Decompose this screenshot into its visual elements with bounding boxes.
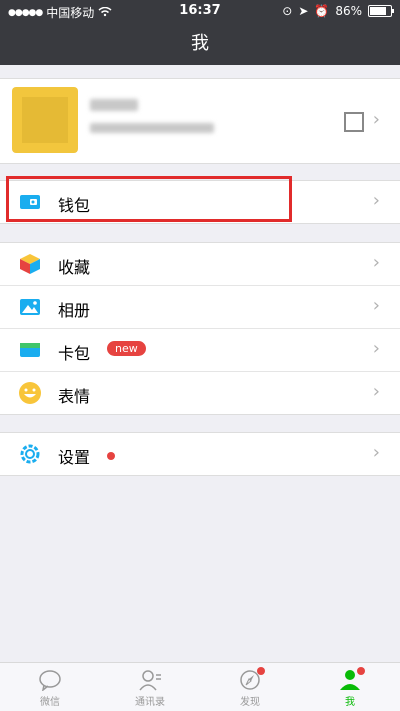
menu-item-settings[interactable]: 设置 › [0,433,400,475]
card-icon [18,338,42,362]
features-group: 收藏 › 相册 › 卡包 new › 表情 › [0,242,400,415]
tab-label-discover: 发现 [240,697,260,708]
menu-label-settings: 设置 [58,448,91,467]
tab-me[interactable]: 我 [300,663,400,711]
chevron-right-icon: › [372,442,380,463]
menu-label-album: 相册 [58,301,91,320]
notification-dot [357,667,365,675]
menu-label-cards: 卡包 [58,344,91,363]
location-icon: ➤ [298,4,309,18]
new-badge: new [107,341,146,356]
contacts-icon [138,669,162,691]
image-icon [18,295,42,319]
lock-rotation-icon: ⊙ [282,4,293,18]
tab-discover[interactable]: 发现 [200,663,300,711]
menu-label-favorites: 收藏 [58,258,91,277]
chevron-right-icon: › [372,109,380,130]
menu-item-favorites[interactable]: 收藏 › [0,243,400,286]
menu-item-cards[interactable]: 卡包 new › [0,329,400,372]
tab-label-chats: 微信 [40,697,60,708]
settings-group: 设置 › [0,432,400,476]
menu-label-stickers: 表情 [58,387,91,406]
cube-icon [18,252,42,276]
page-title: 我 [0,22,400,65]
profile-id-blurred [90,123,214,133]
alarm-icon: ⏰ [314,4,330,18]
tab-label-me: 我 [345,697,355,708]
chevron-right-icon: › [372,338,380,359]
tab-bar: 微信 通讯录 发现 我 [0,662,400,711]
chevron-right-icon: › [372,295,380,316]
gear-icon [18,442,42,466]
status-right: ⊙ ➤ ⏰ 86% [282,4,394,18]
notification-dot [257,667,265,675]
tab-contacts[interactable]: 通讯录 [100,663,200,711]
menu-item-stickers[interactable]: 表情 › [0,372,400,414]
profile-card[interactable]: › [0,78,400,164]
battery-icon [368,5,394,17]
chevron-right-icon: › [372,190,380,211]
profile-name-blurred [90,99,138,111]
battery-percent: 86% [335,4,362,18]
highlight-box [6,176,292,222]
chevron-right-icon: › [372,381,380,402]
tab-chats[interactable]: 微信 [0,663,100,711]
notification-dot [107,452,115,460]
avatar[interactable] [12,87,78,153]
status-bar: ●●●●● 中国移动 16:37 ⊙ ➤ ⏰ 86% [0,0,400,22]
chevron-right-icon: › [372,252,380,273]
menu-item-album[interactable]: 相册 › [0,286,400,329]
smiley-icon [18,381,42,405]
tab-label-contacts: 通讯录 [135,697,165,708]
qr-code-icon[interactable] [344,112,364,132]
chat-bubble-icon [38,669,62,692]
